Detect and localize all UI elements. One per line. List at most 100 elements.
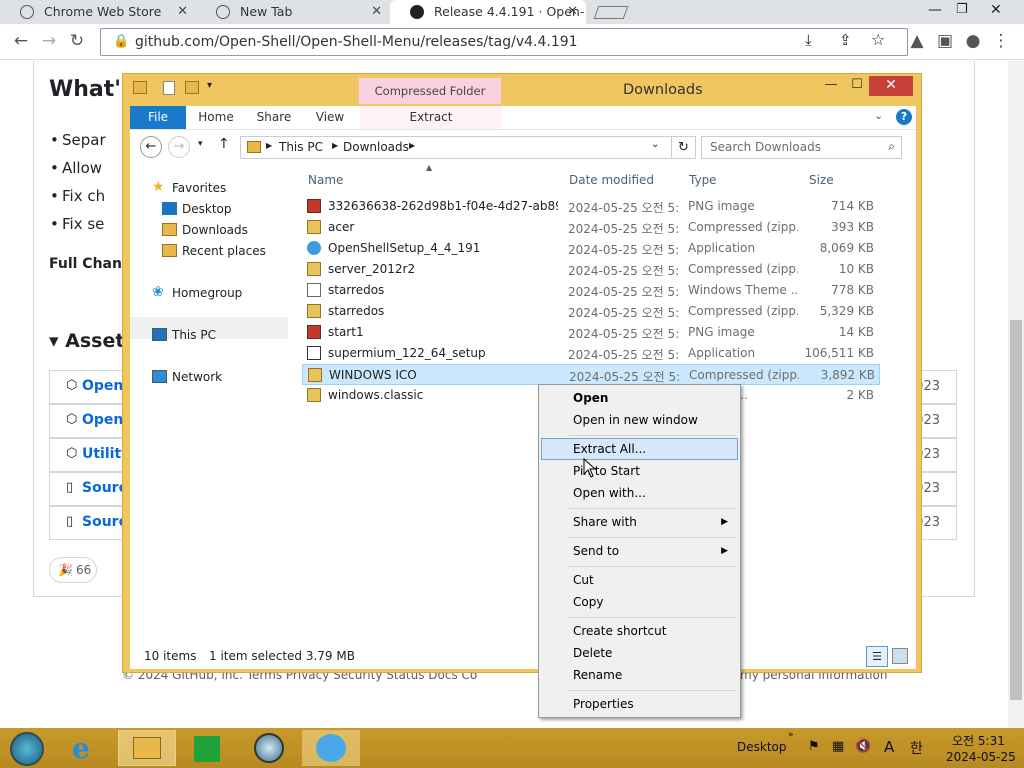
flag-icon[interactable]: ⚑ (808, 739, 820, 754)
nav-favorites[interactable]: ★ Favorites (152, 179, 226, 195)
taskbar-store[interactable] (178, 730, 236, 766)
taskbar-file-explorer[interactable] (118, 730, 176, 766)
new-tab-button[interactable] (593, 6, 629, 19)
recent-locations-icon[interactable]: ▾ (198, 139, 203, 149)
menu-item-open[interactable]: Open (541, 387, 738, 409)
reaction-button[interactable]: 🎉 66 (49, 557, 97, 583)
breadcrumb[interactable]: ▶ This PC ▶ Downloads ▶ ⌄ (240, 136, 672, 159)
tab-home[interactable]: Home (194, 106, 238, 129)
file-row[interactable]: acer 2024-05-25 오전 5:... Compressed (zipp.… (302, 217, 880, 238)
file-row[interactable]: server_2012r2 2024-05-25 오전 5:... Compress… (302, 259, 880, 280)
breadcrumb-thispc[interactable]: This PC (279, 137, 323, 158)
share-icon[interactable]: ⇪ (839, 31, 852, 49)
file-row[interactable]: WINDOWS ICO 2024-05-25 오전 5:... Compressed… (302, 364, 880, 385)
menu-item-cut[interactable]: Cut (541, 569, 738, 591)
forward-icon[interactable]: → (168, 136, 190, 158)
nav-downloads[interactable]: Downloads (162, 223, 248, 237)
menu-item-rename[interactable]: Rename (541, 664, 738, 686)
taskbar-ie[interactable]: e (60, 730, 118, 766)
new-folder-icon[interactable] (185, 81, 199, 94)
refresh-icon[interactable]: ↻ (672, 136, 696, 159)
tab-share[interactable]: Share (252, 106, 296, 129)
chevron-down-icon[interactable]: ⌄ (651, 139, 659, 150)
volume-muted-icon[interactable]: 🔇 (855, 739, 871, 754)
nav-homegroup[interactable]: ❀ Homegroup (152, 284, 242, 300)
file-row[interactable]: starredos 2024-05-25 오전 5:... Windows Them… (302, 280, 880, 301)
file-row[interactable]: supermium_122_64_setup 2024-05-25 오전 5:..… (302, 343, 880, 364)
column-date[interactable]: Date modified (569, 173, 654, 187)
taskbar-openshell[interactable] (302, 730, 360, 766)
ime-mode-han[interactable]: 한 (910, 738, 923, 758)
minimize-icon[interactable]: — (928, 2, 942, 18)
taskbar-browser[interactable] (240, 730, 298, 766)
menu-icon[interactable]: ⋮ (988, 28, 1014, 54)
tab-file[interactable]: File (130, 106, 186, 129)
file-row[interactable]: OpenShellSetup_4_4_191 2024-05-25 오전 5:..… (302, 238, 880, 259)
tab-view[interactable]: View (308, 106, 352, 129)
file-row[interactable]: 332636638-262d98b1-f04e-4d27-ab89-e7... 2… (302, 196, 880, 217)
qat-dropdown-icon[interactable]: ▾ (207, 80, 212, 91)
file-row[interactable]: starredos 2024-05-25 오전 5:... Compressed (… (302, 301, 880, 322)
scrollbar-thumb[interactable] (1010, 320, 1022, 700)
close-window-button[interactable]: ✕ (869, 76, 913, 96)
column-size[interactable]: Size (809, 173, 834, 187)
back-icon[interactable]: ← (140, 136, 162, 158)
details-view-icon[interactable]: ☰ (866, 646, 888, 667)
menu-item-open-with[interactable]: Open with... (541, 482, 738, 504)
reload-icon[interactable]: ↻ (64, 28, 90, 54)
tab-release[interactable]: Release 4.4.191 · Open- ✕ (390, 0, 586, 24)
chevron-right-icon[interactable]: ▶ (332, 141, 338, 150)
nav-this-pc[interactable]: This PC (152, 328, 216, 342)
bookmark-star-icon[interactable]: ☆ (871, 30, 885, 49)
menu-item-send-to[interactable]: Send to ▶ (541, 540, 738, 562)
properties-icon[interactable] (163, 81, 175, 95)
install-icon[interactable]: ⤓ (805, 31, 812, 49)
nav-network[interactable]: Network (152, 370, 222, 384)
clock-date[interactable]: 2024-05-25 (946, 750, 1016, 764)
menu-item-copy[interactable]: Copy (541, 591, 738, 613)
profile-icon[interactable]: ● (960, 28, 986, 54)
sidepanel-icon[interactable]: ▣ (932, 28, 958, 54)
close-icon[interactable]: ✕ (371, 0, 382, 24)
column-name[interactable]: Name (308, 173, 343, 187)
menu-item-delete[interactable]: Delete (541, 642, 738, 664)
menu-item-pin-to-start[interactable]: Pin to Start (541, 460, 738, 482)
tab-chrome-web-store[interactable]: Chrome Web Store ✕ (0, 0, 196, 24)
menu-item-create-shortcut[interactable]: Create shortcut (541, 620, 738, 642)
network-tray-icon[interactable]: ▦ (832, 739, 844, 754)
ribbon-expand-icon[interactable]: ⌄ (874, 109, 883, 122)
close-icon[interactable]: ✕ (567, 0, 578, 24)
tab-new-tab[interactable]: New Tab ✕ (196, 0, 390, 24)
menu-item-open-new-window[interactable]: Open in new window (541, 409, 738, 431)
menu-item-extract-all[interactable]: Extract All... (541, 438, 738, 460)
close-icon[interactable]: ✕ (177, 0, 188, 24)
chevron-right-icon[interactable]: ▶ (409, 141, 415, 150)
ime-mode-a[interactable]: A (884, 738, 894, 756)
tab-extract[interactable]: Extract (360, 106, 502, 129)
toolbar-expand-icon[interactable]: » (788, 730, 794, 740)
nav-desktop[interactable]: Desktop (162, 202, 232, 216)
menu-item-properties[interactable]: Properties (541, 693, 738, 715)
clock-time[interactable]: 오전 5:31 (952, 732, 1005, 749)
back-icon[interactable]: ← (8, 28, 34, 54)
start-button[interactable] (2, 730, 60, 766)
nav-recent-places[interactable]: Recent places (162, 244, 266, 258)
address-bar[interactable]: 🔒 github.com/Open-Shell/Open-Shell-Menu/… (100, 28, 908, 56)
menu-item-share-with[interactable]: Share with ▶ (541, 511, 738, 533)
full-changelog-link[interactable]: Full Chang (49, 256, 132, 272)
large-icons-view-icon[interactable] (892, 648, 908, 664)
column-type[interactable]: Type (689, 173, 717, 187)
close-window-icon[interactable]: ✕ (990, 2, 1002, 18)
forward-icon[interactable]: → (36, 28, 62, 54)
explorer-titlebar[interactable]: ▾ Compressed Folder Tools Downloads — ☐ … (123, 74, 921, 124)
maximize-icon[interactable]: ☐ (843, 76, 871, 96)
extension-icon[interactable]: ▲ (904, 28, 930, 54)
up-icon[interactable]: ↑ (218, 136, 230, 152)
file-row[interactable]: start1 2024-05-25 오전 5:... PNG image 14 KB (302, 322, 880, 343)
restore-icon[interactable]: ❐ (956, 2, 968, 17)
search-input[interactable]: Search Downloads ⌕ (701, 136, 902, 159)
desktop-toolbar-label[interactable]: Desktop (737, 740, 787, 754)
help-icon[interactable]: ? (896, 109, 912, 125)
breadcrumb-downloads[interactable]: Downloads (343, 137, 409, 158)
minimize-icon[interactable]: — (817, 76, 845, 96)
